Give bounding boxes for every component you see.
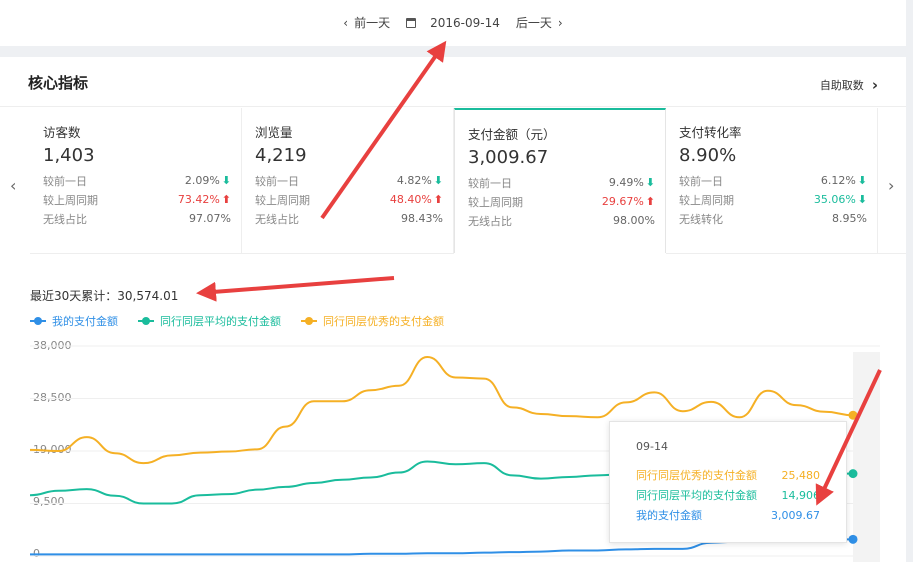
tooltip-date: 09-14	[636, 440, 668, 453]
hover-guide	[853, 352, 880, 562]
tooltip-label: 同行同层优秀的支付金额	[636, 469, 757, 482]
series-point[interactable]	[848, 410, 858, 420]
series-point[interactable]	[848, 534, 858, 544]
tooltip-value: 14,906	[781, 488, 821, 502]
tooltip-row: 同行同层平均的支付金额 14,906	[636, 485, 846, 505]
tooltip-value: 3,009.67	[771, 508, 820, 522]
tooltip-value: 25,480	[781, 468, 821, 482]
tooltip-label: 同行同层平均的支付金额	[636, 489, 757, 502]
chart-tooltip: 09-14 同行同层优秀的支付金额 25,480 同行同层平均的支付金额 14,…	[609, 421, 847, 543]
tooltip-row: 同行同层优秀的支付金额 25,480	[636, 465, 846, 485]
series-point[interactable]	[848, 469, 858, 479]
tooltip-row: 我的支付金额 3,009.67	[636, 505, 846, 525]
tooltip-label: 我的支付金额	[636, 509, 702, 522]
